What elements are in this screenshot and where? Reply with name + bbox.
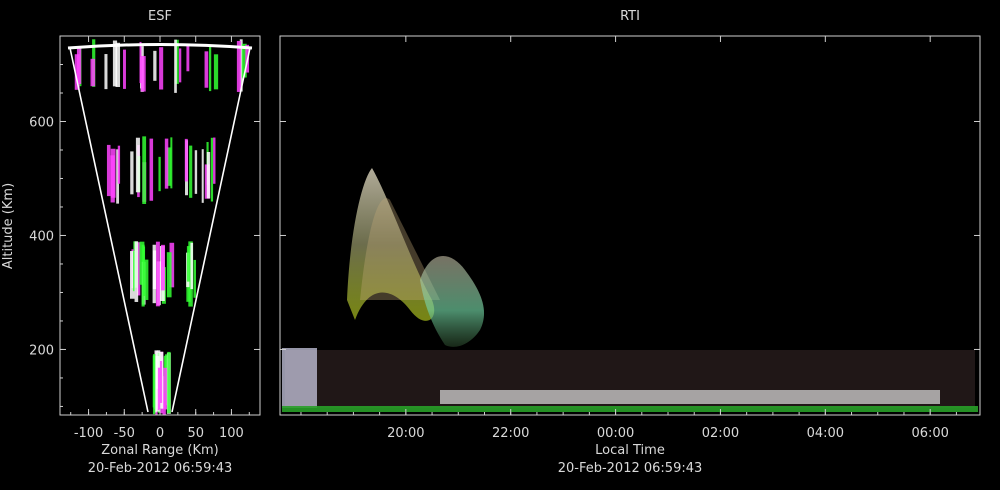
esf-echo-data [74, 39, 250, 415]
esf-echo-mark [184, 138, 188, 182]
rti-bottomside-early [282, 348, 317, 408]
esf-echo-mark [164, 138, 169, 189]
rti-xtick-label: 02:00 [702, 426, 739, 441]
esf-xtick-label: 0 [156, 426, 164, 441]
esf-echo-mark [117, 145, 121, 184]
esf-echo-mark [210, 137, 214, 202]
rti-xtick-label: 04:00 [807, 426, 844, 441]
esf-ytick-label: 200 [29, 343, 54, 358]
rti-bottomside-bright [440, 390, 940, 404]
esf-echo-mark [104, 54, 108, 90]
rti-plume-2 [420, 256, 485, 347]
esf-echo-mark [157, 367, 161, 411]
esf-echo-mark [90, 58, 96, 87]
rti-xtick-label: 20:00 [387, 426, 424, 441]
esf-rti-figure: ESF RTI -100 -50 0 50 100 200 400 600 20:00 22:0… [1, 9, 981, 476]
rti-title: RTI [620, 9, 640, 24]
rti-timestamp: 20-Feb-2012 06:59:43 [558, 461, 703, 476]
rti-bottomside-green [282, 406, 978, 412]
esf-echo-mark [190, 242, 194, 290]
rti-xtick-label: 06:00 [911, 426, 948, 441]
esf-echo-mark [193, 259, 196, 298]
esf-echo-mark [201, 149, 204, 203]
esf-echo-mark [142, 136, 147, 204]
esf-echo-mark [208, 45, 212, 92]
esf-echo-mark [186, 43, 190, 72]
esf-echo-mark [160, 244, 165, 291]
esf-echo-mark [170, 137, 173, 189]
esf-xtick-label: -100 [74, 426, 104, 441]
esf-echo-mark [141, 244, 145, 307]
esf-echo-mark [194, 150, 198, 194]
esf-echo-mark [213, 54, 219, 90]
esf-echo-mark [167, 351, 171, 414]
esf-echo-mark [130, 151, 134, 195]
rti-intensity-data [282, 168, 978, 412]
esf-xlabel: Zonal Range (Km) [101, 443, 218, 458]
esf-echo-mark [144, 259, 149, 300]
esf-echo-mark [115, 42, 121, 88]
esf-echo-mark [152, 250, 157, 290]
esf-ytick-label: 400 [29, 229, 54, 244]
esf-echo-mark [135, 137, 140, 193]
esf-echo-mark [110, 148, 116, 198]
esf-echo-mark [189, 145, 193, 198]
esf-timestamp: 20-Feb-2012 06:59:43 [88, 461, 233, 476]
esf-ylabel: Altitude (Km) [1, 183, 16, 269]
esf-echo-mark [123, 49, 126, 89]
rti-xtick-label: 00:00 [597, 426, 634, 441]
rti-panel: 20:00 22:00 00:00 02:00 04:00 06:00 [279, 35, 981, 441]
rti-xtick-label: 22:00 [492, 426, 529, 441]
esf-echo-mark [159, 47, 164, 90]
esf-echo-mark [153, 50, 157, 81]
esf-echo-mark [158, 156, 161, 192]
esf-echo-mark [206, 151, 211, 199]
esf-echo-mark [178, 48, 182, 83]
rti-xlabel: Local Time [595, 443, 665, 458]
esf-title: ESF [148, 9, 172, 24]
esf-echo-mark [204, 51, 209, 88]
esf-echo-mark [186, 246, 191, 282]
esf-echo-mark [134, 241, 139, 302]
esf-echo-mark [213, 137, 216, 184]
esf-echo-mark [152, 354, 156, 415]
esf-panel: -100 -50 0 50 100 200 400 600 [29, 35, 261, 441]
esf-xtick-label: 100 [219, 426, 244, 441]
esf-echo-mark [166, 252, 172, 298]
esf-ticks: -100 -50 0 50 100 200 400 600 [29, 36, 260, 441]
esf-echo-mark [174, 39, 177, 93]
esf-echo-mark [106, 144, 111, 197]
esf-echo-mark [140, 56, 146, 92]
esf-echo-mark [149, 138, 154, 201]
esf-xtick-label: 50 [187, 426, 204, 441]
esf-xtick-label: -50 [114, 426, 135, 441]
esf-ytick-label: 600 [29, 115, 54, 130]
esf-echo-mark [155, 241, 160, 307]
